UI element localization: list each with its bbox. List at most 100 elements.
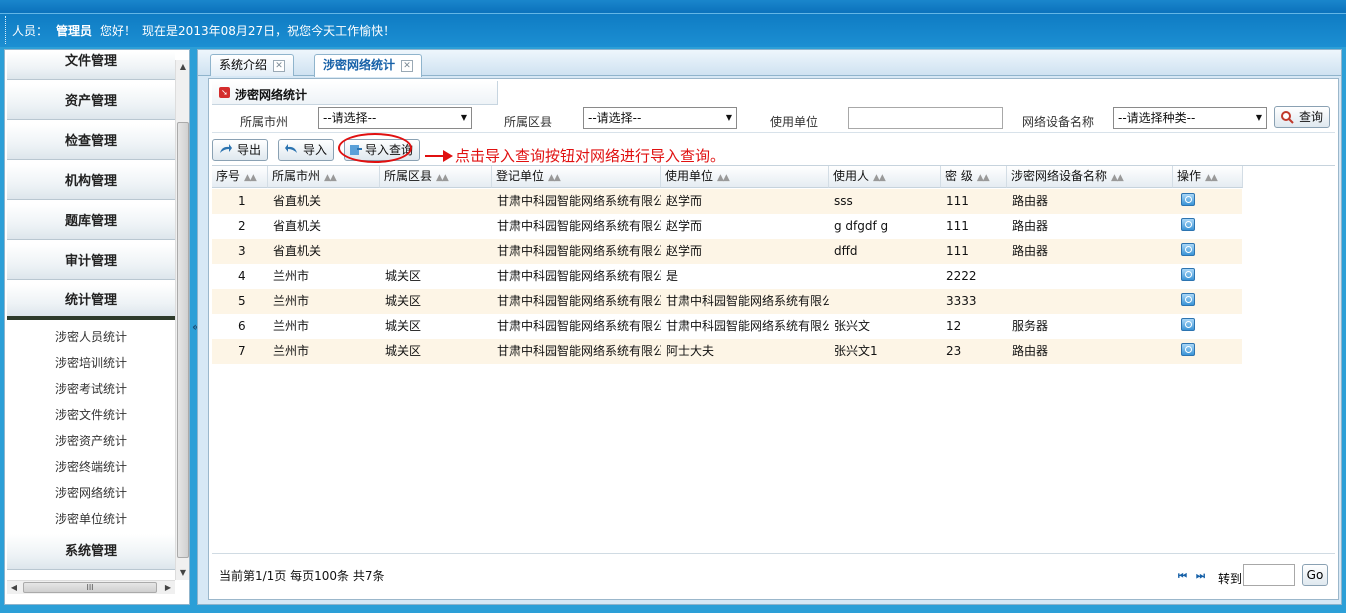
sort-icon[interactable]: ▲▲: [873, 173, 886, 183]
view-detail-icon[interactable]: [1181, 293, 1195, 306]
sort-icon[interactable]: ▲▲: [1111, 173, 1124, 183]
sub-terminal-stats[interactable]: 涉密终端统计: [7, 454, 175, 480]
district-select[interactable]: --请选择-- ▼: [583, 107, 737, 129]
sub-unit-stats[interactable]: 涉密单位统计: [7, 506, 175, 532]
query-button[interactable]: 查询: [1274, 106, 1331, 128]
cell-reg-unit: 甘肃中科园智能网络系统有限公: [497, 294, 661, 308]
unit-input[interactable]: [848, 107, 1003, 129]
sub-asset-stats[interactable]: 涉密资产统计: [7, 428, 175, 454]
menu-inspection-management[interactable]: 检查管理: [7, 124, 175, 160]
sort-icon[interactable]: ▲▲: [324, 173, 337, 183]
header-col-district[interactable]: 所属区县 ▲▲: [380, 166, 492, 188]
header-col-user[interactable]: 使用人 ▲▲: [829, 166, 941, 188]
view-detail-icon[interactable]: [1181, 243, 1195, 256]
sort-icon[interactable]: ▲▲: [977, 173, 990, 183]
cell-district: [385, 239, 492, 264]
menu-system-management[interactable]: 系统管理: [7, 534, 175, 570]
scroll-up-icon[interactable]: ▲: [176, 60, 190, 74]
cell-reg-unit: 甘肃中科园智能网络系统有限公: [497, 244, 661, 258]
close-icon[interactable]: ✕: [401, 59, 414, 72]
scroll-thumb[interactable]: [177, 122, 189, 558]
goto-page-input[interactable]: [1243, 564, 1295, 586]
tab-network-stats[interactable]: 涉密网络统计 ✕: [314, 54, 423, 77]
table-row[interactable]: 5 兰州市 城关区 甘肃中科园智能网络系统有限公 甘肃中科园智能网络系统有限公 3333: [212, 289, 1242, 314]
sort-icon[interactable]: ▲▲: [244, 173, 257, 183]
cell-device: [1012, 289, 1173, 314]
cell-district: 城关区: [385, 294, 422, 308]
sub-personnel-stats[interactable]: 涉密人员统计: [7, 324, 175, 350]
export-button[interactable]: 导出: [212, 139, 269, 161]
data-grid: 序号 ▲▲ 所属市州 ▲▲ 所属区县 ▲▲ 登记单位 ▲▲ 使用单位 ▲▲ 使用人 ▲▲ 密 级 ▲▲ 涉密…: [212, 165, 1335, 553]
annotation-circle: [338, 133, 412, 163]
sidebar-vertical-scrollbar[interactable]: ▲ ▼: [175, 60, 189, 580]
import-button[interactable]: 导入: [278, 139, 335, 161]
view-detail-icon[interactable]: [1181, 193, 1195, 206]
table-row[interactable]: 4 兰州市 城关区 甘肃中科园智能网络系统有限公是 2222: [212, 264, 1242, 289]
cell-user: [834, 264, 941, 289]
sort-icon[interactable]: ▲▲: [548, 173, 561, 183]
go-button[interactable]: Go: [1302, 564, 1328, 586]
table-row[interactable]: 6 兰州市 城关区 甘肃中科园智能网络系统有限公 甘肃中科园智能网络系统有限公 张兴文 12…: [212, 314, 1242, 339]
sub-document-stats[interactable]: 涉密文件统计: [7, 402, 175, 428]
sub-training-stats[interactable]: 涉密培训统计: [7, 350, 175, 376]
view-detail-icon[interactable]: [1181, 268, 1195, 281]
view-detail-icon[interactable]: [1181, 318, 1195, 331]
sidebar-menu: 文件管理 资产管理 检查管理 机构管理 题库管理 审计管理 统计管理 涉密人员统…: [7, 52, 175, 580]
greeting-bar: 人员： 管理员 您好！ 现在是2013年08月27日，祝您今天工作愉快！: [0, 13, 1346, 47]
header-col-reg-unit[interactable]: 登记单位 ▲▲: [492, 166, 661, 188]
cell-district: [385, 189, 492, 214]
sub-exam-stats[interactable]: 涉密考试统计: [7, 376, 175, 402]
table-row[interactable]: 3 省直机关 甘肃中科园智能网络系统有限公 赵学而 dffd 111 路由器: [212, 239, 1242, 264]
export-icon: [220, 144, 232, 153]
header-col-level[interactable]: 密 级 ▲▲: [941, 166, 1007, 188]
city-select[interactable]: --请选择-- ▼: [318, 107, 472, 129]
sort-icon[interactable]: ▲▲: [436, 173, 449, 183]
cell-city: 省直机关: [273, 219, 322, 233]
last-page-icon[interactable]: ⏭: [1196, 571, 1205, 582]
menu-audit-management[interactable]: 审计管理: [7, 244, 175, 280]
cell-user: 张兴文1: [834, 344, 878, 358]
hscroll-thumb[interactable]: III: [23, 582, 157, 593]
first-page-icon[interactable]: ⏮: [1178, 571, 1187, 582]
cell-device: 路由器: [1012, 219, 1049, 233]
cell-use-unit: 赵学而: [666, 219, 703, 233]
tab-system-intro[interactable]: 系统介绍 ✕: [210, 54, 295, 76]
header-label: 使用人: [833, 169, 870, 183]
table-row[interactable]: 1 省直机关 甘肃中科园智能网络系统有限公 赵学而 sss 111 路由器: [212, 189, 1242, 214]
sort-icon[interactable]: ▲▲: [717, 173, 730, 183]
device-select[interactable]: --请选择种类-- ▼: [1113, 107, 1267, 129]
header-col-use-unit[interactable]: 使用单位 ▲▲: [661, 166, 829, 188]
header-label: 涉密网络设备名称: [1011, 169, 1108, 183]
table-row[interactable]: 2 省直机关 甘肃中科园智能网络系统有限公 赵学而 g dfgdf g 111 路由器: [212, 214, 1242, 239]
sort-icon[interactable]: ▲▲: [1205, 173, 1218, 183]
sub-network-stats[interactable]: 涉密网络统计: [7, 480, 175, 506]
header-col-action[interactable]: 操作 ▲▲: [1173, 166, 1243, 188]
main-frame: 系统介绍 ✕ 涉密网络统计 ✕ ➘ 涉密网络统计 所属市州 --请选择-- ▼ 所属区…: [197, 49, 1342, 605]
header-col-no[interactable]: 序号 ▲▲: [212, 166, 268, 188]
device-label: 网络设备名称: [1022, 115, 1095, 129]
close-icon[interactable]: ✕: [273, 59, 286, 72]
header-col-city[interactable]: 所属市州 ▲▲: [268, 166, 380, 188]
cell-city: 兰州市: [273, 269, 310, 283]
sidebar-horizontal-scrollbar[interactable]: ◀ III ▶: [7, 580, 175, 594]
scroll-left-icon[interactable]: ◀: [7, 581, 21, 595]
table-row[interactable]: 7 兰州市 城关区 甘肃中科园智能网络系统有限公 阿士大夫 张兴文1 23 路由器: [212, 339, 1242, 364]
annotation-arrow-icon: [443, 150, 453, 162]
city-select-value: --请选择--: [323, 111, 377, 125]
menu-asset-management[interactable]: 资产管理: [7, 84, 175, 120]
scroll-down-icon[interactable]: ▼: [176, 566, 190, 580]
date-text: 现在是2013年08月27日，祝您今天工作愉快！: [142, 24, 396, 38]
header-label: 序号: [216, 169, 241, 183]
view-detail-icon[interactable]: [1181, 218, 1195, 231]
content-panel: ➘ 涉密网络统计 所属市州 --请选择-- ▼ 所属区县 --请选择-- ▼ 使用单…: [208, 78, 1339, 600]
menu-file-management[interactable]: 文件管理: [7, 52, 175, 80]
scroll-right-icon[interactable]: ▶: [161, 581, 175, 595]
user-name: 管理员: [56, 24, 93, 38]
view-detail-icon[interactable]: [1181, 343, 1195, 356]
menu-organization-management[interactable]: 机构管理: [7, 164, 175, 200]
cell-level: 111: [946, 194, 969, 208]
menu-statistics-management[interactable]: 统计管理: [7, 284, 175, 320]
header-col-device[interactable]: 涉密网络设备名称 ▲▲: [1007, 166, 1173, 188]
goto-label: 转到: [1218, 572, 1243, 586]
menu-question-bank-management[interactable]: 题库管理: [7, 204, 175, 240]
